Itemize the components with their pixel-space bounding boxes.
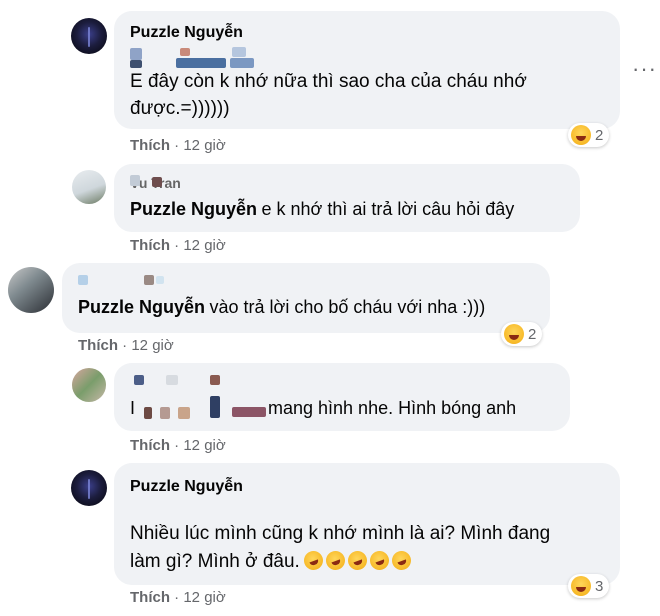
redacted-text <box>130 175 140 186</box>
redacted-text <box>144 407 152 419</box>
comment-text: làm gì? Mình ở đâu. <box>130 548 414 573</box>
comment-bubble: Vu Tran Puzzle Nguyễn e k nhớ thì ai trả… <box>114 164 580 232</box>
like-link[interactable]: Thích <box>78 337 118 354</box>
redacted-text <box>230 58 254 68</box>
redacted-text <box>166 375 178 385</box>
haha-emoji-icon <box>571 125 591 145</box>
avatar[interactable] <box>71 470 107 506</box>
comment-body: vào trả lời cho bố cháu với nha :))) <box>209 297 486 317</box>
comment-body: mang hình nhe. Hình bóng anh <box>268 398 517 418</box>
avatar[interactable] <box>72 368 106 402</box>
redacted-text <box>130 60 142 68</box>
redacted-text <box>180 48 190 56</box>
reaction-badge[interactable]: 3 <box>568 574 610 598</box>
comment-meta: Thích · 12 giờ <box>130 137 226 154</box>
meta-separator: · <box>122 337 128 354</box>
redacted-text <box>210 396 220 418</box>
redacted-text <box>152 177 162 187</box>
redacted-text <box>160 407 170 419</box>
redacted-text <box>134 375 144 385</box>
avatar[interactable] <box>8 267 54 313</box>
mention-link[interactable]: Puzzle Nguyễn <box>78 297 205 317</box>
redacted-text <box>232 407 266 417</box>
reaction-count: 3 <box>595 577 604 595</box>
reaction-count: 2 <box>595 126 604 144</box>
meta-separator: · <box>174 437 180 454</box>
reaction-badge[interactable]: 2 <box>501 322 543 346</box>
redacted-text <box>130 48 142 60</box>
redacted-text <box>78 275 88 285</box>
meta-separator: · <box>174 589 180 606</box>
comment-text: Puzzle Nguyễn e k nhớ thì ai trả lời câu… <box>130 199 514 220</box>
comment-body: làm gì? Mình ở đâu. <box>130 551 300 572</box>
rofl-emoji-icon <box>301 548 326 573</box>
like-link[interactable]: Thích <box>130 237 170 254</box>
timestamp[interactable]: 12 giờ <box>183 237 225 254</box>
timestamp[interactable]: 12 giờ <box>183 589 225 606</box>
redacted-text <box>210 375 220 385</box>
redacted-text <box>176 58 226 68</box>
mention-link[interactable]: Puzzle Nguyễn <box>130 199 257 219</box>
comment-bubble: Puzzle Nguyễn vào trả lời cho bố cháu vớ… <box>62 263 550 333</box>
rofl-emoji-icon <box>367 548 392 573</box>
timestamp[interactable]: 12 giờ <box>131 337 173 354</box>
comment-meta: Thích · 12 giờ <box>130 237 226 254</box>
comment-meta: Thích · 12 giờ <box>78 337 174 354</box>
comment-text: Nhiều lúc mình cũng k nhớ mình là ai? Mì… <box>130 523 551 544</box>
comment-prefix: I <box>130 398 136 418</box>
more-options-icon[interactable]: ··· <box>632 58 657 80</box>
haha-emoji-icon <box>504 324 524 344</box>
comment-text: Puzzle Nguyễn vào trả lời cho bố cháu vớ… <box>78 297 485 318</box>
redacted-text <box>232 47 246 57</box>
timestamp[interactable]: 12 giờ <box>183 437 225 454</box>
redacted-text <box>144 275 154 285</box>
like-link[interactable]: Thích <box>130 589 170 606</box>
comment-author[interactable]: Puzzle Nguyễn <box>130 478 243 496</box>
meta-separator: · <box>174 137 180 154</box>
comment-meta: Thích · 12 giờ <box>130 589 226 606</box>
reaction-count: 2 <box>528 325 537 343</box>
comment-body: e k nhớ thì ai trả lời câu hỏi đây <box>261 199 515 219</box>
comment-meta: Thích · 12 giờ <box>130 437 226 454</box>
like-link[interactable]: Thích <box>130 437 170 454</box>
avatar[interactable] <box>72 170 106 204</box>
meta-separator: · <box>174 237 180 254</box>
comment-bubble: Puzzle Nguyễn E đây còn k nhớ nữa thì sa… <box>114 11 620 129</box>
like-link[interactable]: Thích <box>130 137 170 154</box>
comment-text: được.=)))))) <box>130 98 230 119</box>
redacted-text <box>156 276 164 284</box>
reaction-badge[interactable]: 2 <box>568 123 610 147</box>
rofl-emoji-icon <box>323 548 348 573</box>
timestamp[interactable]: 12 giờ <box>183 137 225 154</box>
comment-bubble: I mang hình nhe. Hình bóng anh <box>114 363 570 431</box>
haha-emoji-icon <box>571 576 591 596</box>
rofl-emoji-icon <box>345 548 370 573</box>
comment-bubble: Puzzle Nguyễn Nhiều lúc mình cũng k nhớ … <box>114 463 620 585</box>
comment-author[interactable]: Puzzle Nguyễn <box>130 24 243 42</box>
comment-text: E đây còn k nhớ nữa thì sao cha của cháu… <box>130 71 527 92</box>
rofl-emoji-icon <box>389 548 414 573</box>
avatar[interactable] <box>71 18 107 54</box>
redacted-text <box>178 407 190 419</box>
